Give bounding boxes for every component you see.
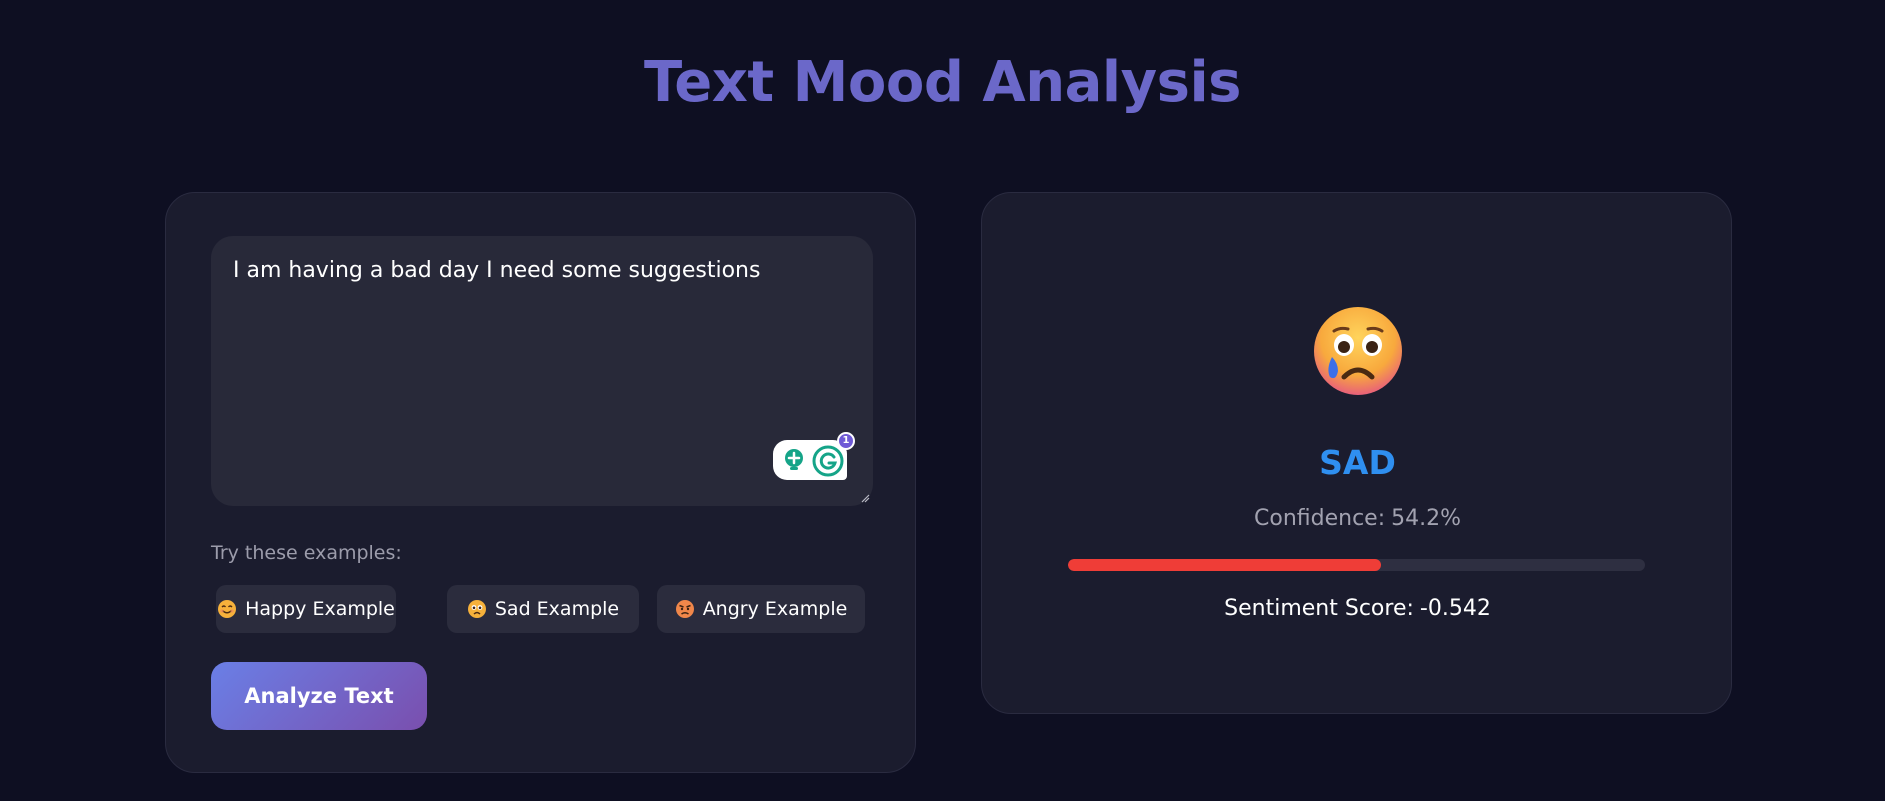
sentiment-score-prefix: Sentiment Score:: [1224, 596, 1414, 621]
smiling-face-icon: [218, 600, 237, 618]
sad-example-button[interactable]: Sad Example: [447, 585, 639, 633]
angry-face-icon: [675, 600, 694, 618]
confidence-progress-bar: [1068, 559, 1645, 571]
input-card: I am having a bad day I need some sugges…: [165, 192, 916, 773]
resize-handle-icon[interactable]: [860, 493, 870, 503]
page-title: Text Mood Analysis: [644, 50, 1241, 115]
sentiment-score-value: -0.542: [1419, 596, 1491, 621]
grammar-assistant-widget[interactable]: 1: [773, 432, 855, 480]
analyze-text-button[interactable]: Analyze Text: [211, 662, 427, 730]
crying-face-icon: [467, 600, 486, 618]
angry-example-label: Angry Example: [702, 598, 848, 620]
sad-example-label: Sad Example: [494, 598, 620, 620]
text-input-value: I am having a bad day I need some sugges…: [233, 258, 761, 283]
sentiment-score-text: Sentiment Score: -0.542: [982, 596, 1733, 621]
confidence-text: Confidence: 54.2%: [982, 506, 1733, 531]
confidence-value: 54.2%: [1391, 506, 1461, 531]
examples-label: Try these examples:: [211, 542, 402, 564]
lightbulb-icon: [785, 449, 803, 470]
text-input[interactable]: I am having a bad day I need some sugges…: [211, 236, 873, 506]
mood-label: SAD: [1319, 443, 1396, 482]
result-card: SAD Confidence: 54.2% Sentiment Score: -0.…: [981, 192, 1732, 714]
sad-tear-face-icon: [1314, 307, 1402, 395]
grammar-count-badge: 1: [837, 432, 855, 450]
grammarly-icon: [812, 445, 844, 477]
angry-example-button[interactable]: Angry Example: [657, 585, 865, 633]
confidence-progress-fill: [1068, 559, 1381, 571]
confidence-prefix: Confidence:: [1254, 506, 1386, 531]
happy-example-label: Happy Example: [245, 598, 395, 620]
happy-example-button[interactable]: Happy Example: [216, 585, 396, 633]
